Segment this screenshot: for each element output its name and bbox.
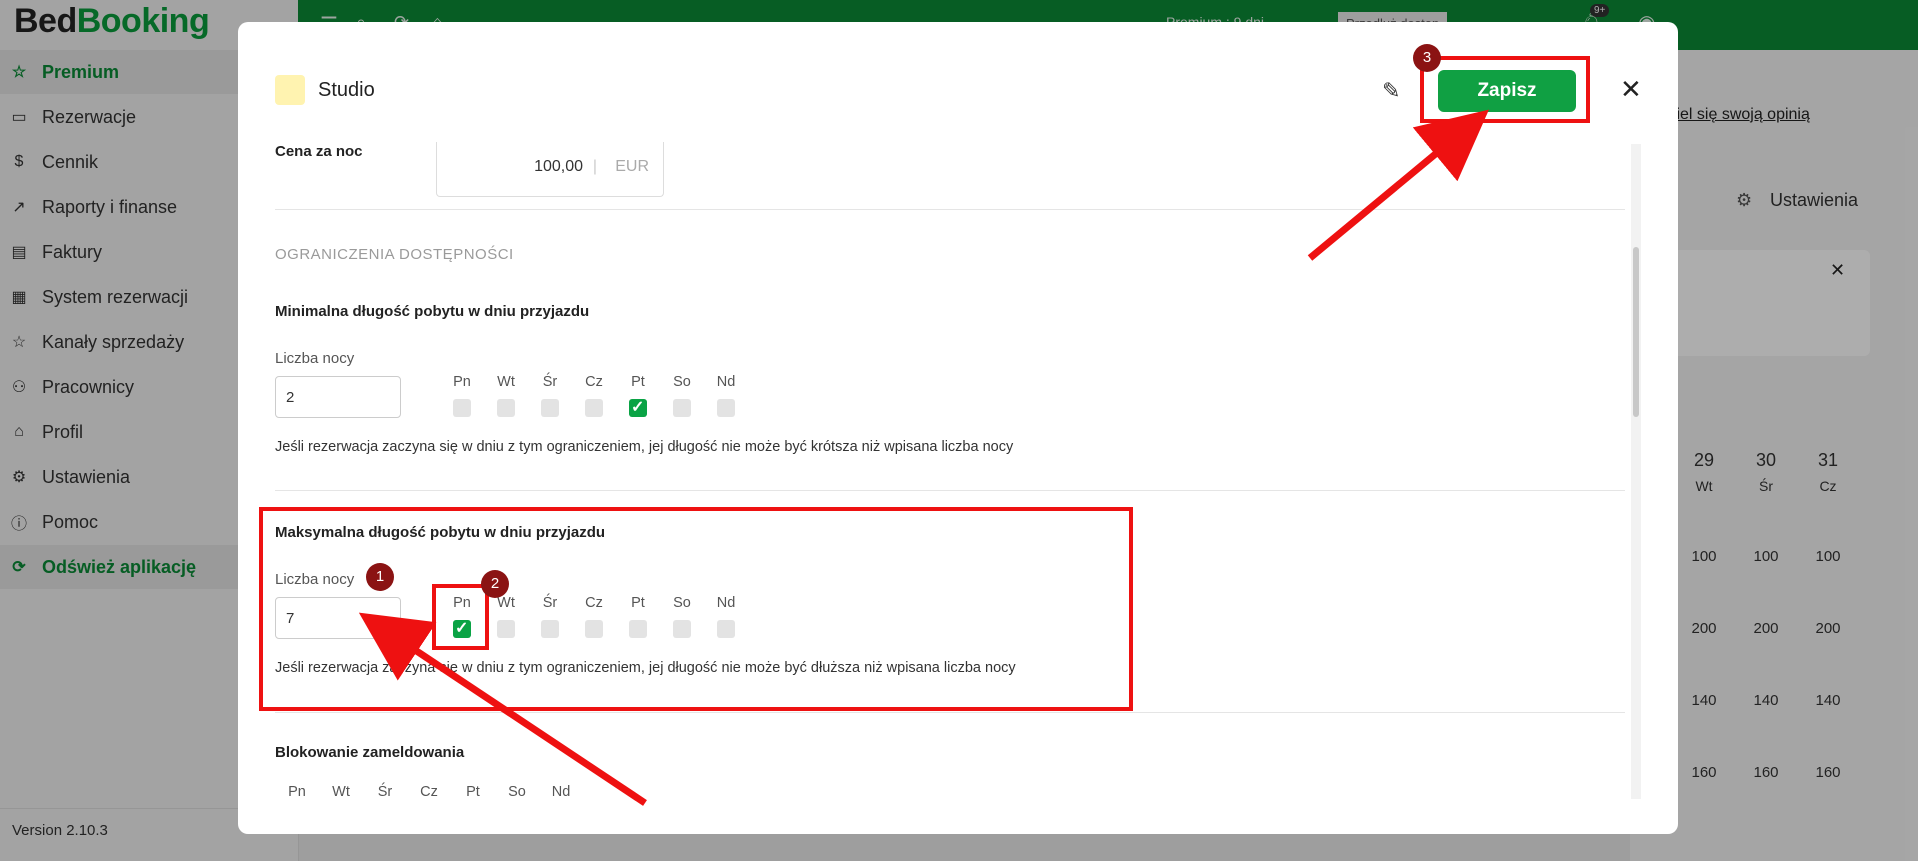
annotation-arrows [358,109,1489,806]
step-badge-1: 1 [366,563,394,591]
step-badge-2: 2 [481,570,509,598]
arrow-to-nights-input [358,612,647,806]
step-badge-3: 3 [1413,44,1441,72]
arrow-to-save-button [1307,109,1489,261]
